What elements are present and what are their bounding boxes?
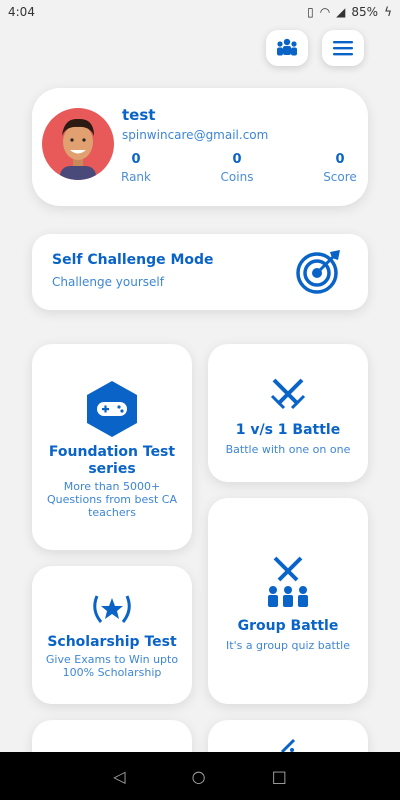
avatar-icon xyxy=(60,118,96,180)
stat-coins-label: Coins xyxy=(220,170,254,184)
group-battle-subtitle: It's a group quiz battle xyxy=(226,639,350,652)
stat-score: 0 Score xyxy=(310,152,370,184)
group-battle-icon xyxy=(268,556,308,607)
challenge-title: Self Challenge Mode xyxy=(52,252,214,268)
battery-percent: 85% xyxy=(351,5,379,19)
foundation-test-card[interactable]: Foundation Test series More than 5000+ Q… xyxy=(32,344,192,550)
group-icon xyxy=(277,38,297,56)
challenge-subtitle: Challenge yourself xyxy=(52,275,164,289)
menu-icon xyxy=(333,41,353,56)
profile-card[interactable]: test spinwincare@gmail.com 0 Rank 0 Coin… xyxy=(32,88,368,206)
crossed-swords-icon xyxy=(270,378,306,410)
scholarship-test-card[interactable]: Scholarship Test Give Exams to Win upto … xyxy=(32,566,192,704)
stat-coins-value: 0 xyxy=(232,152,242,167)
home-icon[interactable]: ○ xyxy=(192,767,206,786)
back-icon[interactable]: ◁ xyxy=(113,767,125,786)
battle-title: 1 v/s 1 Battle xyxy=(235,422,341,438)
star-laurel-icon xyxy=(93,595,131,623)
gamepad-icon xyxy=(87,381,137,437)
status-bar: 4:04 ▯ ◠ ◢ 85% ϟ xyxy=(0,0,400,24)
stat-score-value: 0 xyxy=(335,152,345,167)
battery-icon: ϟ xyxy=(384,5,392,19)
stat-rank-label: Rank xyxy=(121,170,151,184)
group-battle-card[interactable]: Group Battle It's a group quiz battle xyxy=(208,498,368,704)
stat-rank: 0 Rank xyxy=(106,152,166,184)
vibrate-icon: ▯ xyxy=(307,5,314,19)
battle-subtitle: Battle with one on one xyxy=(225,443,351,456)
foundation-title: Foundation Test series xyxy=(48,444,176,477)
status-time: 4:04 xyxy=(8,5,35,19)
menu-button[interactable] xyxy=(322,30,364,66)
scholarship-subtitle: Give Exams to Win upto 100% Scholarship xyxy=(45,653,179,679)
system-nav-bar: ◁ ○ □ xyxy=(0,752,400,800)
battle-card[interactable]: 1 v/s 1 Battle Battle with one on one xyxy=(208,344,368,482)
stat-score-label: Score xyxy=(323,170,357,184)
profile-email: spinwincare@gmail.com xyxy=(122,128,269,142)
stat-coins: 0 Coins xyxy=(207,152,267,184)
profile-username: test xyxy=(122,106,156,124)
stat-rank-value: 0 xyxy=(131,152,141,167)
foundation-subtitle: More than 5000+ Questions from best CA t… xyxy=(46,480,178,519)
status-icons: ▯ ◠ ◢ 85% ϟ xyxy=(307,5,392,19)
recents-icon[interactable]: □ xyxy=(272,767,287,786)
group-battle-title: Group Battle xyxy=(237,618,339,634)
self-challenge-card[interactable]: Self Challenge Mode Challenge yourself xyxy=(32,234,368,310)
wifi-icon: ◠ xyxy=(319,5,331,19)
scholarship-title: Scholarship Test xyxy=(47,634,177,650)
group-button[interactable] xyxy=(266,30,308,66)
avatar xyxy=(42,108,114,180)
signal-icon: ◢ xyxy=(336,5,346,19)
target-icon xyxy=(296,250,340,294)
